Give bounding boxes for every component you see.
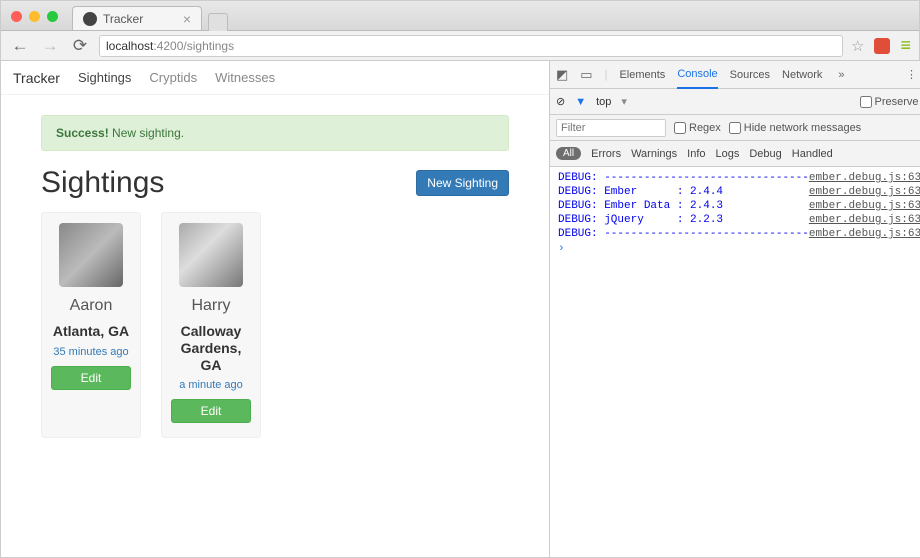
hide-network-checkbox[interactable]: Hide network messages	[729, 122, 861, 134]
log-source-link[interactable]: ember.debug.js:6395	[809, 214, 920, 226]
log-source-link[interactable]: ember.debug.js:6395	[809, 172, 920, 184]
menu-icon[interactable]: ≡	[900, 35, 911, 56]
console-output: DEBUG: -------------------------------em…	[550, 167, 920, 557]
edit-button[interactable]: Edit	[51, 366, 131, 390]
regex-checkbox[interactable]: Regex	[674, 122, 721, 134]
window-close-icon[interactable]	[11, 11, 22, 22]
window-maximize-icon[interactable]	[47, 11, 58, 22]
tab-elements[interactable]: Elements	[619, 62, 665, 88]
card-image	[179, 223, 243, 287]
new-sighting-button[interactable]: New Sighting	[416, 170, 509, 196]
alert-strong: Success!	[56, 126, 109, 140]
star-icon[interactable]: ☆	[851, 37, 864, 55]
card-name: Aaron	[50, 297, 132, 315]
preserve-log-checkbox[interactable]: Preserve log	[860, 96, 920, 108]
more-tabs-icon[interactable]: »	[838, 69, 844, 81]
sighting-card: Aaron Atlanta, GA 35 minutes ago Edit	[41, 212, 141, 438]
level-errors[interactable]: Errors	[591, 148, 621, 160]
level-warnings[interactable]: Warnings	[631, 148, 677, 160]
level-logs[interactable]: Logs	[716, 148, 740, 160]
log-line: DEBUG: -------------------------------em…	[550, 227, 920, 241]
success-alert: Success! New sighting.	[41, 115, 509, 151]
new-tab-button[interactable]	[208, 13, 228, 31]
tab-console[interactable]: Console	[677, 61, 717, 89]
context-chevron-icon[interactable]: ▾	[621, 95, 627, 108]
favicon-icon	[83, 12, 97, 26]
address-bar[interactable]: localhost:4200/sightings	[99, 35, 843, 57]
window-minimize-icon[interactable]	[29, 11, 40, 22]
log-line: DEBUG: jQuery : 2.2.3ember.debug.js:6395	[550, 213, 920, 227]
card-time: 35 minutes ago	[50, 346, 132, 358]
log-source-link[interactable]: ember.debug.js:6395	[809, 186, 920, 198]
log-source-link[interactable]: ember.debug.js:6395	[809, 200, 920, 212]
log-line: DEBUG: -------------------------------em…	[550, 171, 920, 185]
level-debug[interactable]: Debug	[749, 148, 781, 160]
console-filter-input[interactable]	[556, 119, 666, 137]
browser-tab[interactable]: Tracker ×	[72, 6, 202, 30]
page-title: Sightings	[41, 166, 164, 200]
forward-button[interactable]: →	[39, 36, 61, 56]
url-host: localhost	[106, 39, 153, 53]
level-info[interactable]: Info	[687, 148, 705, 160]
card-location: Calloway Gardens, GA	[170, 323, 252, 373]
edit-button[interactable]: Edit	[171, 399, 251, 423]
tab-sources[interactable]: Sources	[730, 62, 770, 88]
console-prompt[interactable]: ›	[550, 241, 920, 257]
level-all[interactable]: All	[556, 147, 581, 160]
tab-close-icon[interactable]: ×	[183, 11, 191, 27]
log-line: DEBUG: Ember Data : 2.4.3ember.debug.js:…	[550, 199, 920, 213]
back-button[interactable]: ←	[9, 36, 31, 56]
devtools-menu-icon[interactable]: ⋮	[906, 68, 917, 81]
url-path: :4200/sightings	[153, 39, 234, 53]
nav-witnesses[interactable]: Witnesses	[215, 70, 275, 85]
ember-extension-icon[interactable]	[874, 38, 890, 54]
alert-text: New sighting.	[109, 126, 184, 140]
clear-console-icon[interactable]: ⊘	[556, 95, 565, 108]
brand[interactable]: Tracker	[13, 70, 60, 86]
log-source-link[interactable]: ember.debug.js:6395	[809, 228, 920, 240]
device-toolbar-icon[interactable]: ▭	[580, 67, 592, 83]
card-location: Atlanta, GA	[50, 323, 132, 340]
context-selector[interactable]: top	[596, 96, 611, 108]
filter-icon[interactable]: ▼	[575, 96, 586, 108]
card-name: Harry	[170, 297, 252, 315]
card-image	[59, 223, 123, 287]
nav-sightings[interactable]: Sightings	[78, 70, 131, 85]
tab-network[interactable]: Network	[782, 62, 822, 88]
level-handled[interactable]: Handled	[792, 148, 833, 160]
sighting-card: Harry Calloway Gardens, GA a minute ago …	[161, 212, 261, 438]
log-line: DEBUG: Ember : 2.4.4ember.debug.js:6395	[550, 185, 920, 199]
tab-title: Tracker	[103, 12, 143, 26]
inspect-element-icon[interactable]: ◩	[556, 67, 568, 83]
nav-cryptids[interactable]: Cryptids	[149, 70, 197, 85]
reload-button[interactable]: ⟳	[69, 36, 91, 56]
card-time: a minute ago	[170, 379, 252, 391]
